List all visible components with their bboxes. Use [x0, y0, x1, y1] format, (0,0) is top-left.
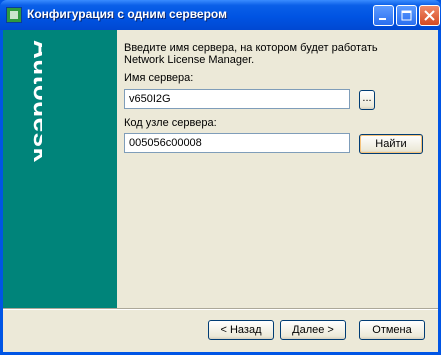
maximize-icon: [401, 10, 412, 21]
dialog-window: Конфигурация с одним сервером Autodesk В…: [0, 0, 441, 355]
back-button[interactable]: < Назад: [208, 320, 274, 340]
title-bar[interactable]: Конфигурация с одним сервером: [0, 0, 441, 30]
cancel-button[interactable]: Отмена: [359, 320, 425, 340]
maximize-button[interactable]: [396, 5, 417, 26]
description-text: Введите имя сервера, на котором будет ра…: [124, 42, 378, 66]
host-id-input[interactable]: 005056c00008: [124, 133, 350, 153]
window-title: Конфигурация с одним сервером: [27, 7, 227, 21]
app-icon: [6, 7, 22, 23]
content-panel: Введите имя сервера, на котором будет ра…: [117, 30, 438, 308]
dialog-client-area: Autodesk Введите имя сервера, на котором…: [3, 30, 438, 352]
side-banner: Autodesk: [3, 30, 117, 308]
next-button[interactable]: Далее >: [280, 320, 346, 340]
find-button[interactable]: Найти: [359, 134, 423, 154]
server-name-label: Имя сервера:: [124, 72, 194, 84]
brand-text: Autodesk: [28, 40, 42, 163]
browse-button[interactable]: ...: [359, 90, 375, 110]
host-id-label: Код узле сервера:: [124, 117, 217, 129]
autodesk-logo: Autodesk: [10, 34, 42, 184]
close-button[interactable]: [419, 5, 440, 26]
minimize-icon: [379, 18, 386, 20]
server-name-input[interactable]: v650I2G: [124, 89, 350, 109]
minimize-button[interactable]: [373, 5, 394, 26]
close-icon: [424, 10, 435, 21]
footer-separator: [3, 308, 438, 310]
